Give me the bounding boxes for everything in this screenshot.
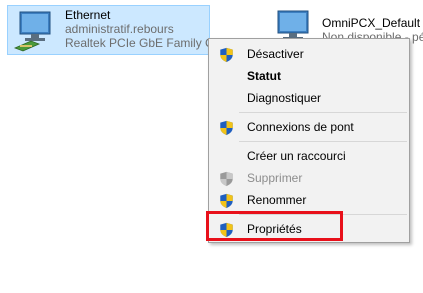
highlight-annotation: [206, 211, 343, 241]
menu-item-statut[interactable]: Statut: [210, 66, 408, 87]
network-adapter-icon: [13, 11, 51, 52]
menu-separator: [239, 141, 407, 142]
menu-item-label: Créer un raccourci: [247, 149, 346, 163]
menu-separator: [239, 112, 407, 113]
menu-item-label: Désactiver: [247, 47, 304, 61]
adapter-ethernet[interactable]: Ethernet administratif.rebours Realtek P…: [7, 5, 211, 55]
menu-item-desactiver[interactable]: Désactiver: [210, 44, 408, 65]
menu-item-creer-raccourci[interactable]: Créer un raccourci: [210, 146, 408, 167]
uac-shield-icon: [220, 193, 233, 209]
menu-item-connexions-de-pont[interactable]: Connexions de pont: [210, 117, 408, 138]
uac-shield-icon: [220, 47, 233, 63]
menu-item-renommer[interactable]: Renommer: [210, 190, 408, 211]
adapter-account: administratif.rebours: [65, 22, 174, 36]
adapter-device: Realtek PCIe GbE Family Controller: [65, 36, 211, 50]
adapter-name: OmniPCX_Default: [322, 16, 421, 30]
menu-item-label: Supprimer: [247, 171, 303, 185]
menu-item-label: Diagnostiquer: [247, 91, 322, 105]
menu-item-label: Statut: [247, 69, 281, 83]
adapter-ethernet-text: Ethernet administratif.rebours Realtek P…: [65, 8, 211, 50]
menu-item-diagnostiquer[interactable]: Diagnostiquer: [210, 88, 408, 109]
uac-shield-icon: [220, 171, 233, 187]
menu-item-label: Renommer: [247, 193, 307, 207]
menu-item-supprimer: Supprimer: [210, 168, 408, 189]
uac-shield-icon: [220, 120, 233, 136]
adapter-name: Ethernet: [65, 8, 111, 22]
menu-item-label: Connexions de pont: [247, 120, 354, 134]
